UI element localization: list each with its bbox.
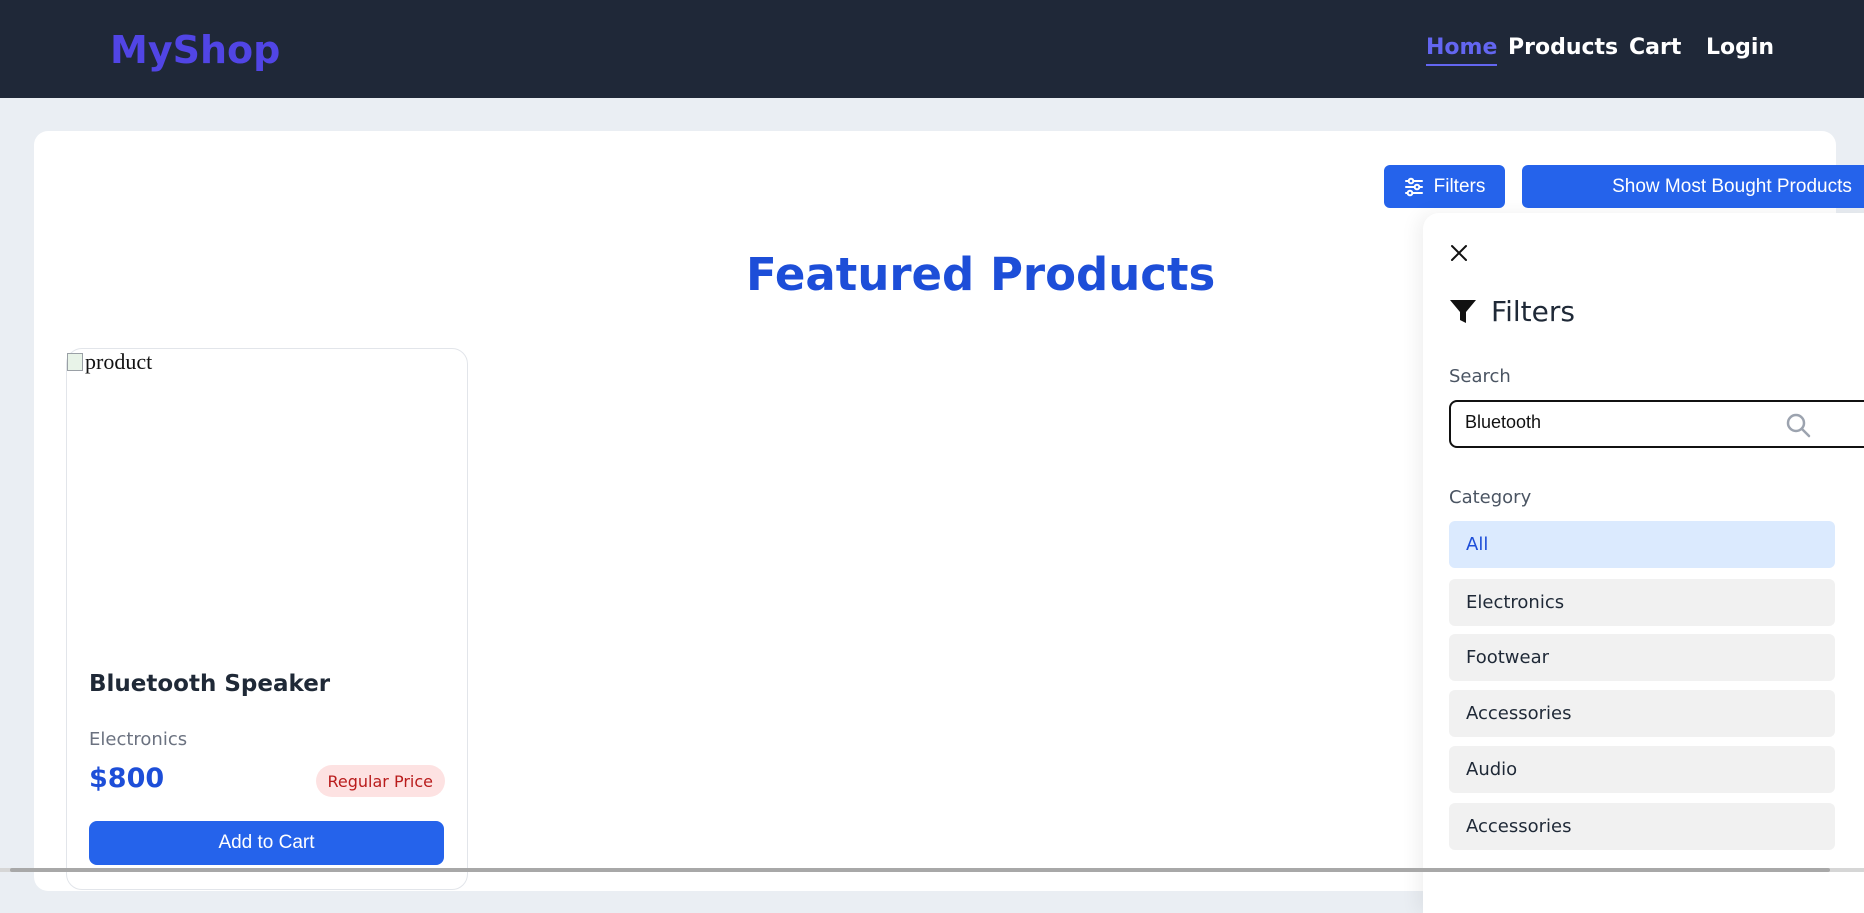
close-icon[interactable] (1449, 243, 1469, 263)
category-item-all[interactable]: All (1449, 521, 1835, 568)
scrollbar-thumb[interactable] (10, 868, 1830, 872)
search-input[interactable] (1465, 412, 1785, 433)
brand-logo[interactable]: MyShop (110, 28, 280, 72)
nav-cart[interactable]: Cart (1629, 35, 1681, 60)
broken-image-icon (67, 353, 83, 371)
product-price: $800 (89, 763, 165, 794)
category-item-footwear[interactable]: Footwear (1449, 634, 1835, 681)
search-label: Search (1449, 366, 1511, 387)
filter-panel-header: Filters (1449, 295, 1575, 328)
show-most-bought-button[interactable]: Show Most Bought Products (1522, 165, 1864, 208)
product-category: Electronics (89, 729, 188, 750)
add-to-cart-button[interactable]: Add to Cart (89, 821, 444, 865)
search-field[interactable] (1449, 400, 1864, 448)
sliders-icon (1404, 177, 1423, 196)
funnel-icon (1450, 299, 1476, 323)
price-badge: Regular Price (315, 765, 445, 797)
search-icon[interactable] (1785, 412, 1811, 438)
category-item-accessories[interactable]: Accessories (1449, 690, 1835, 737)
product-name: Bluetooth Speaker (89, 671, 331, 697)
filters-button[interactable]: Filters (1384, 165, 1505, 208)
filter-panel-title: Filters (1491, 295, 1575, 328)
category-item-electronics[interactable]: Electronics (1449, 579, 1835, 626)
top-navbar: MyShop Home Products Cart Login (0, 0, 1864, 98)
featured-products-title: Featured Products (746, 248, 1216, 301)
horizontal-scrollbar[interactable] (0, 868, 1864, 872)
filter-panel: Filters Search Category All Electronics … (1423, 213, 1864, 913)
category-item-accessories-2[interactable]: Accessories (1449, 803, 1835, 850)
product-image: product (67, 349, 152, 375)
nav-active-underline (1426, 64, 1498, 66)
filters-button-label: Filters (1433, 175, 1486, 197)
nav-login[interactable]: Login (1706, 35, 1774, 60)
nav-products[interactable]: Products (1508, 35, 1618, 60)
product-card: product Bluetooth Speaker Electronics $8… (66, 348, 468, 890)
category-item-audio[interactable]: Audio (1449, 746, 1835, 793)
nav-home-label: Home (1426, 35, 1498, 60)
product-image-alt: product (85, 349, 153, 374)
category-label: Category (1449, 487, 1532, 508)
nav-home[interactable]: Home (1426, 35, 1498, 66)
